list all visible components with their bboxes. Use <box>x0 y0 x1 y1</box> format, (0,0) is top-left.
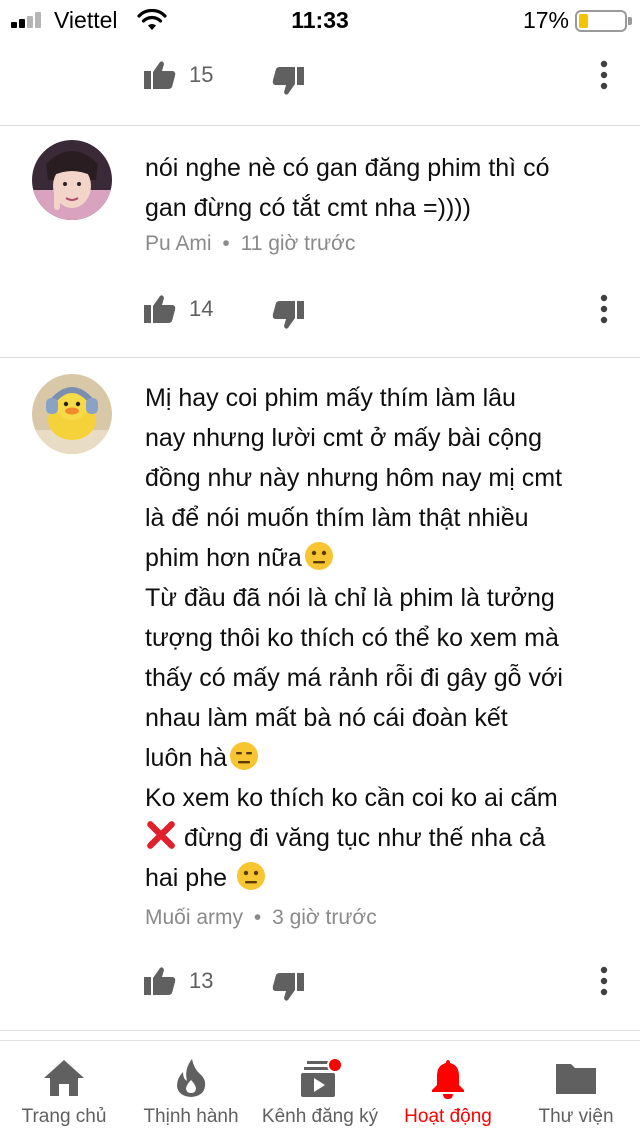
thumbs-up-icon[interactable] <box>143 60 177 90</box>
comment-actions: 14 <box>0 292 640 332</box>
comment-meta: Muối army • 3 giờ trước <box>145 906 377 930</box>
comment-text-segment: hai phe <box>145 864 234 892</box>
folder-icon <box>556 1064 596 1094</box>
comment-text-segment: đừng đi văng tục như thế nha cả <box>177 824 546 852</box>
divider <box>0 357 640 358</box>
comment-meta: Pu Ami • 11 giờ trước <box>145 232 355 256</box>
comment-actions: 13 <box>0 964 640 1004</box>
nav-item-activity[interactable]: Hoạt động <box>384 1041 512 1136</box>
battery-percentage: 17% <box>522 7 569 33</box>
comment-text-line: là để nói muốn thím làm thật nhiều <box>145 504 529 532</box>
comment-time: 11 giờ trước <box>240 232 356 255</box>
nav-item-trending[interactable]: Thịnh hành <box>127 1041 255 1136</box>
comment-text-line: phim hơn nữa <box>145 538 615 578</box>
comment-text-line: đừng đi văng tục như thế nha cả <box>145 818 615 858</box>
comment-text-line: gan đừng có tắt cmt nha =)))) <box>145 194 471 222</box>
cross-mark-emoji-icon <box>147 821 175 849</box>
bottom-navigation: Trang chủ Thịnh hành Kênh đăng ký Hoạt đ… <box>0 1040 640 1136</box>
comment-text-line: tượng thôi ko thích có thể ko xem mà <box>145 624 559 652</box>
more-options-icon[interactable] <box>594 292 614 326</box>
flame-icon <box>177 1059 206 1097</box>
nav-label: Thư viện <box>538 1106 614 1127</box>
more-options-icon[interactable] <box>594 58 614 92</box>
thumbs-down-icon[interactable] <box>271 66 305 96</box>
comment-time: 3 giờ trước <box>272 906 377 929</box>
nav-label: Thịnh hành <box>143 1106 239 1127</box>
nav-label: Kênh đăng ký <box>261 1106 379 1127</box>
subscriptions-icon <box>301 1057 343 1097</box>
comment-text-line: đồng như này nhưng hôm nay mị cmt <box>145 464 563 492</box>
comment-text: Mị hay coi phim mấy thím làm lâu nay như… <box>145 378 615 898</box>
neutral-face-emoji-icon <box>304 542 333 570</box>
neutral-face-emoji-icon <box>236 862 265 890</box>
avatar[interactable] <box>32 140 112 220</box>
comment-text-line: Từ đầu đã nói là chỉ là phim là tưởng <box>145 584 555 612</box>
thumbs-down-icon[interactable] <box>271 300 305 330</box>
nav-label: Hoạt động <box>404 1106 492 1127</box>
comment-text-line: luôn hà <box>145 738 615 778</box>
like-count: 15 <box>189 62 214 87</box>
comment-actions: 15 <box>0 58 640 98</box>
meta-separator: • <box>253 906 262 929</box>
status-bar: Viettel 11:33 17% <box>0 0 640 40</box>
like-count: 13 <box>189 968 214 993</box>
nav-item-library[interactable]: Thư viện <box>512 1041 640 1136</box>
thumbs-down-icon[interactable] <box>271 972 305 1002</box>
comment-text-line: thấy có mấy má rảnh rỗi đi gây gỗ với <box>145 664 563 692</box>
meta-separator: • <box>222 232 230 255</box>
comment-text-line: nay nhưng lười cmt ở mấy bài cộng <box>145 424 542 452</box>
comment-text-line: nhau làm mất bà nó cái đoàn kết <box>145 704 508 732</box>
comment-author[interactable]: Muối army <box>145 906 243 929</box>
thumbs-up-icon[interactable] <box>143 294 177 324</box>
more-options-icon[interactable] <box>594 964 614 998</box>
bell-icon <box>432 1060 464 1099</box>
comment-author[interactable]: Pu Ami <box>145 232 212 255</box>
comment-text-segment: luôn hà <box>145 744 228 772</box>
avatar[interactable] <box>32 374 112 454</box>
comment-text-line: nói nghe nè có gan đăng phim thì có <box>145 154 550 182</box>
divider <box>0 1030 640 1031</box>
comment-text-line: Ko xem ko thích ko cần coi ko ai cấm <box>145 784 558 812</box>
comment-text: nói nghe nè có gan đăng phim thì có gan … <box>145 148 615 228</box>
nav-item-subscriptions[interactable]: Kênh đăng ký <box>256 1041 384 1136</box>
comment-text-line: Mị hay coi phim mấy thím làm lâu <box>145 384 516 412</box>
divider <box>0 125 640 126</box>
battery-icon <box>575 10 632 32</box>
thumbs-up-icon[interactable] <box>143 966 177 996</box>
nav-item-home[interactable]: Trang chủ <box>0 1041 128 1136</box>
comment-text-segment: phim hơn nữa <box>145 544 302 572</box>
like-count: 14 <box>189 296 214 321</box>
home-icon <box>44 1060 84 1096</box>
comment-text-line: hai phe <box>145 858 615 898</box>
expressionless-face-emoji-icon <box>230 742 259 770</box>
